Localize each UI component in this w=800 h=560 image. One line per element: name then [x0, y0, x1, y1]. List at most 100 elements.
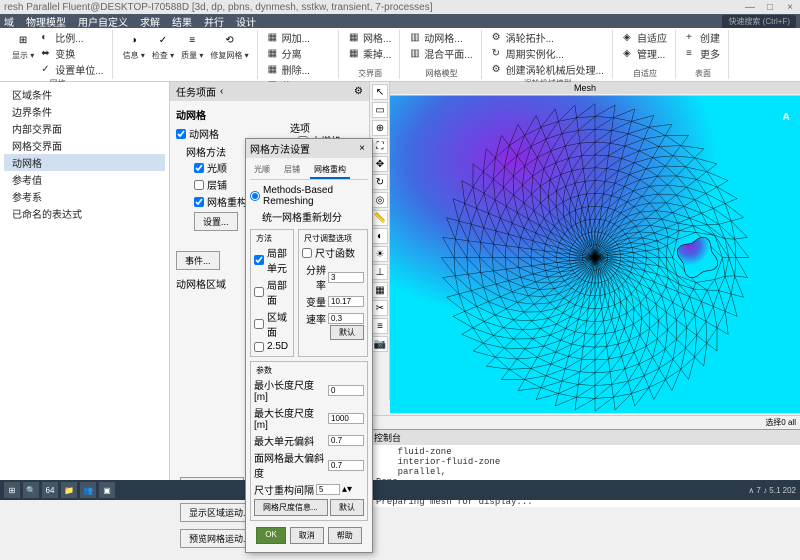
- taskbar-icon[interactable]: ⊞: [4, 482, 20, 498]
- close-button[interactable]: ×: [784, 2, 796, 13]
- menu-physics[interactable]: 物理模型: [26, 14, 66, 29]
- ribbon-质量[interactable]: ≡质量 ▾: [179, 30, 205, 62]
- search-box[interactable]: 快速搜索 (Ctrl+F): [722, 15, 796, 28]
- viewport-toolbar: ↖ ▭ ⊕ ⛶ ✥ ↻ ◎ 📏 ◐ ☀ ⊥ ▦ ✂ ≡ 📷: [370, 82, 390, 400]
- tree-item[interactable]: 内部交界面: [4, 120, 165, 137]
- local-cell-check[interactable]: 局部单元: [254, 244, 290, 276]
- mesh-canvas[interactable]: A: [390, 94, 800, 415]
- pointer-icon[interactable]: ↖: [372, 84, 388, 100]
- tree-item[interactable]: 已命名的表达式: [4, 205, 165, 222]
- ribbon-small[interactable]: ▦网加...: [266, 30, 332, 45]
- ribbon-small[interactable]: ✓设置单位...: [39, 62, 105, 77]
- default2-button[interactable]: 默认: [330, 499, 364, 516]
- pan-icon[interactable]: ✥: [372, 156, 388, 172]
- menu-userdef[interactable]: 用户自定义: [78, 14, 128, 29]
- ribbon-group-title: [121, 78, 251, 79]
- menu-solve[interactable]: 求解: [140, 14, 160, 29]
- ribbon-small-icon: ⬌: [41, 48, 53, 60]
- interval-input[interactable]: [316, 484, 340, 495]
- ribbon-small[interactable]: ⚙创建涡轮机械后处理...: [490, 62, 606, 77]
- tree-item[interactable]: 边界条件: [4, 103, 165, 120]
- tab-layer[interactable]: 层铺: [280, 162, 304, 179]
- tree-item[interactable]: 动网格: [4, 154, 165, 171]
- ribbon-small[interactable]: ↻周期实例化...: [490, 46, 606, 61]
- ribbon-small[interactable]: ▦删除...: [266, 62, 332, 77]
- ribbon-small[interactable]: ⚙涡轮拓扑...: [490, 30, 606, 45]
- ribbon-small[interactable]: ◈管理...: [621, 46, 669, 61]
- camera-icon[interactable]: 📷: [372, 336, 388, 352]
- param-input[interactable]: [328, 460, 364, 471]
- minimize-button[interactable]: —: [744, 2, 756, 13]
- ribbon-信息[interactable]: ◑信息 ▾: [121, 30, 147, 62]
- dialog-close-icon[interactable]: ×: [356, 143, 368, 154]
- tab-remesh[interactable]: 网格重构: [310, 162, 350, 179]
- light-icon[interactable]: ☀: [372, 246, 388, 262]
- grid-icon[interactable]: ▦: [372, 282, 388, 298]
- ribbon-small[interactable]: ▥混合平面...: [408, 46, 474, 61]
- taskbar-tray[interactable]: ∧ 7 ♪ 5.1 202: [748, 486, 796, 495]
- fit-icon[interactable]: ⛶: [372, 138, 388, 154]
- probe-icon[interactable]: ◎: [372, 192, 388, 208]
- cancel-button[interactable]: 取消: [290, 527, 324, 544]
- stepper-icon[interactable]: ▴▾: [342, 484, 352, 495]
- unified-radio[interactable]: 统一网格重新划分: [250, 208, 368, 225]
- size-input[interactable]: [328, 313, 364, 324]
- menu-parallel[interactable]: 并行: [204, 14, 224, 29]
- layers-icon[interactable]: ≡: [372, 318, 388, 334]
- rotate-icon[interactable]: ↻: [372, 174, 388, 190]
- zoom-icon[interactable]: ⊕: [372, 120, 388, 136]
- tree-item[interactable]: 参考系: [4, 188, 165, 205]
- select-icon[interactable]: ▭: [372, 102, 388, 118]
- gear-icon[interactable]: ⚙: [354, 86, 363, 97]
- default-button[interactable]: 默认: [330, 325, 364, 340]
- twofived-check[interactable]: 2.5D: [254, 340, 290, 353]
- tree-item[interactable]: 参考值: [4, 171, 165, 188]
- settings-button[interactable]: 设置...: [194, 212, 238, 231]
- ribbon-small[interactable]: ≡更多: [684, 46, 722, 61]
- back-icon[interactable]: ‹: [220, 86, 223, 97]
- size-func-check[interactable]: 尺寸函数: [302, 244, 364, 261]
- events-button[interactable]: 事件...: [176, 251, 220, 270]
- size-input[interactable]: [328, 272, 364, 283]
- taskbar-icon[interactable]: 👥: [80, 482, 96, 498]
- ribbon-显示[interactable]: ⊞显示 ▾: [10, 30, 36, 62]
- local-face-check[interactable]: 局部面: [254, 276, 290, 308]
- ribbon-修复网格[interactable]: ⟲修复网格 ▾: [208, 30, 250, 62]
- tree-item[interactable]: 网格交界面: [4, 137, 165, 154]
- ok-button[interactable]: OK: [256, 527, 286, 544]
- param-input[interactable]: [328, 413, 364, 424]
- menu-domain[interactable]: 域: [4, 14, 14, 29]
- menu-design[interactable]: 设计: [236, 14, 256, 29]
- taskbar-icon[interactable]: 🔍: [23, 482, 39, 498]
- titlebar: resh Parallel Fluent@DESKTOP-I70588D [3d…: [0, 0, 800, 14]
- tab-smooth[interactable]: 光顺: [250, 162, 274, 179]
- ribbon-small[interactable]: ▦网格...: [347, 30, 393, 45]
- help-button[interactable]: 帮助: [328, 527, 362, 544]
- ribbon-small[interactable]: ▦乘掉...: [347, 46, 393, 61]
- region-face-check[interactable]: 区域面: [254, 308, 290, 340]
- view-icon[interactable]: ◐: [372, 228, 388, 244]
- ribbon-small[interactable]: ◈自适应: [621, 30, 669, 45]
- ribbon-small[interactable]: +创建: [684, 30, 722, 45]
- ribbon-small[interactable]: ▦分离: [266, 46, 332, 61]
- ribbon-small[interactable]: ⬌变换: [39, 46, 105, 61]
- measure-icon[interactable]: 📏: [372, 210, 388, 226]
- ribbon-small[interactable]: ◐比例...: [39, 30, 105, 45]
- param-input[interactable]: [328, 385, 364, 396]
- maximize-button[interactable]: □: [764, 2, 776, 13]
- taskbar-icon[interactable]: ▣: [99, 482, 115, 498]
- clip-icon[interactable]: ✂: [372, 300, 388, 316]
- menu-results[interactable]: 结果: [172, 14, 192, 29]
- ribbon-small[interactable]: ▥动网格...: [408, 30, 474, 45]
- ribbon-small-icon: ↻: [492, 48, 504, 60]
- mesh-scale-info-button[interactable]: 网格尺度信息...: [254, 499, 328, 516]
- ribbon-检查[interactable]: ✓检查 ▾: [150, 30, 176, 62]
- param-input[interactable]: [328, 435, 364, 446]
- taskbar-icon[interactable]: 64: [42, 482, 58, 498]
- dialog-titlebar[interactable]: 网格方法设置 ×: [246, 139, 372, 158]
- methods-based-radio[interactable]: Methods-Based Remeshing: [250, 184, 368, 208]
- size-input[interactable]: [328, 296, 364, 307]
- taskbar-icon[interactable]: 📁: [61, 482, 77, 498]
- tree-item[interactable]: 区域条件: [4, 86, 165, 103]
- axis-icon[interactable]: ⊥: [372, 264, 388, 280]
